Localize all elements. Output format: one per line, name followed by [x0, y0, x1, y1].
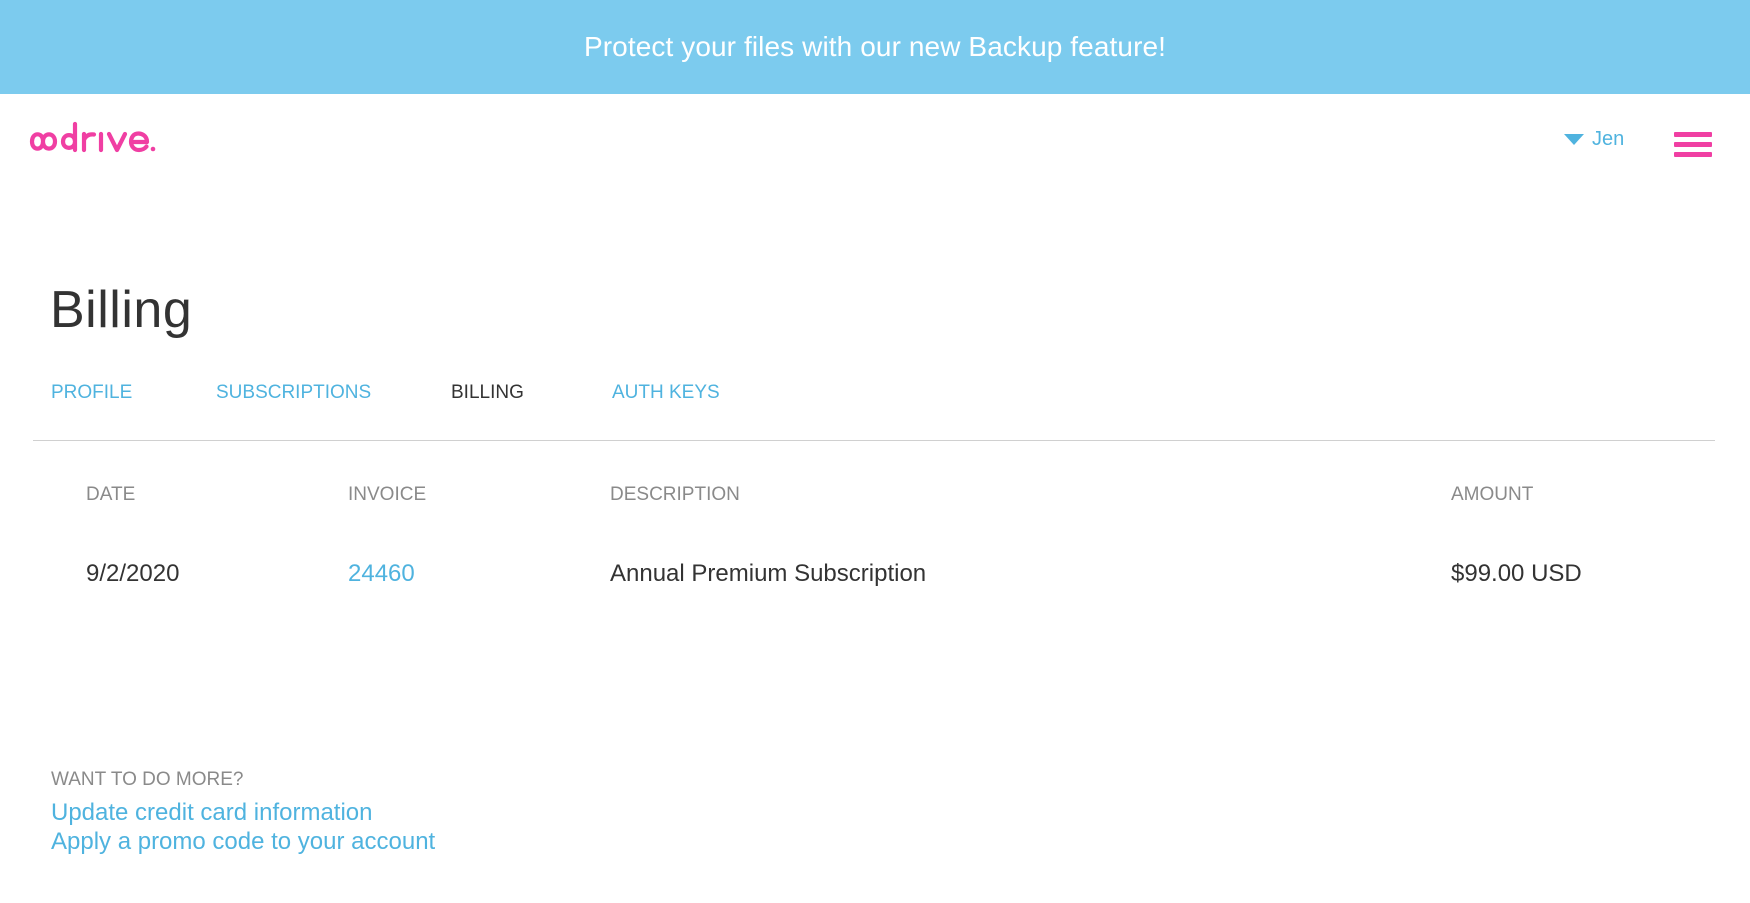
hamburger-bar	[1674, 152, 1712, 157]
user-dropdown[interactable]: Jen	[1564, 128, 1624, 151]
odrive-logo[interactable]	[29, 116, 175, 162]
column-header-date: DATE	[86, 484, 136, 505]
hamburger-bar	[1674, 142, 1712, 147]
row-date: 9/2/2020	[86, 560, 180, 587]
logo-dot	[150, 146, 156, 152]
invoice-link[interactable]: 24460	[348, 560, 415, 588]
update-credit-card-link[interactable]: Update credit card information	[51, 799, 373, 827]
tab-billing[interactable]: BILLING	[451, 382, 524, 404]
promo-banner[interactable]: Protect your files with our new Backup f…	[0, 0, 1750, 94]
hamburger-menu-icon[interactable]	[1674, 132, 1712, 158]
apply-promo-code-link[interactable]: Apply a promo code to your account	[51, 828, 435, 856]
column-header-amount: AMOUNT	[1451, 484, 1534, 505]
row-amount: $99.00 USD	[1451, 560, 1582, 587]
more-actions-label: WANT TO DO MORE?	[51, 769, 244, 790]
hamburger-bar	[1674, 132, 1712, 137]
row-description: Annual Premium Subscription	[610, 560, 927, 587]
tabs-divider	[33, 440, 1715, 441]
tab-subscriptions[interactable]: SUBSCRIPTIONS	[216, 382, 371, 404]
caret-down-icon[interactable]	[1564, 134, 1584, 145]
tab-profile[interactable]: PROFILE	[51, 382, 132, 404]
column-header-description: DESCRIPTION	[610, 484, 740, 505]
column-header-invoice: INVOICE	[348, 484, 427, 505]
page-title: Billing	[50, 281, 193, 339]
tab-auth-keys[interactable]: AUTH KEYS	[612, 382, 720, 404]
promo-banner-text[interactable]: Protect your files with our new Backup f…	[584, 31, 1166, 63]
user-name[interactable]: Jen	[1592, 128, 1624, 151]
site-header: Jen	[0, 94, 1750, 190]
